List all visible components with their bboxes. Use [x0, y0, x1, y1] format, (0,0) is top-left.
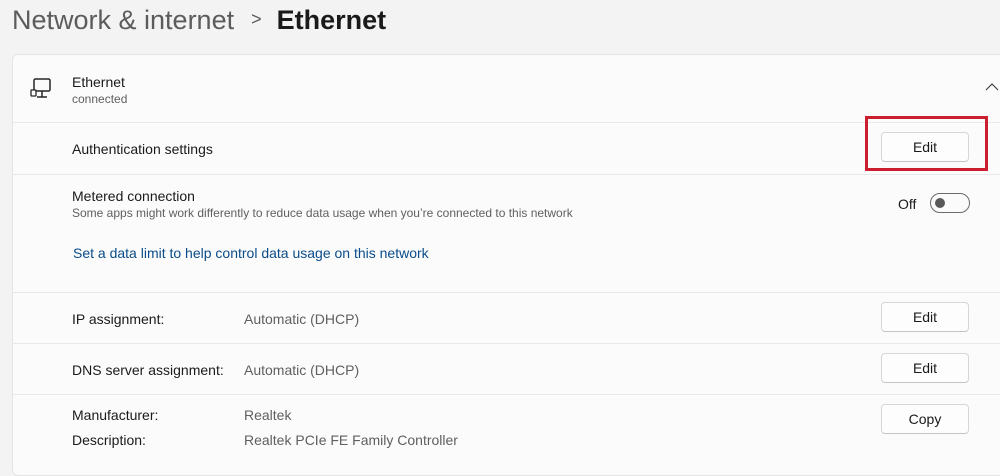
divider [12, 343, 1000, 344]
dns-server-assignment-edit-button[interactable]: Edit [881, 353, 969, 383]
breadcrumb-network-internet[interactable]: Network & internet [12, 5, 234, 36]
metered-connection-toggle[interactable] [930, 193, 970, 213]
page-title: Ethernet [276, 4, 387, 35]
divider [12, 292, 1000, 293]
divider [12, 394, 1000, 395]
divider [12, 174, 1000, 175]
copy-properties-button[interactable]: Copy [881, 404, 969, 434]
ip-assignment-edit-button[interactable]: Edit [881, 302, 969, 332]
breadcrumb: Network & internet > Ethernet [12, 2, 386, 38]
set-data-limit-link[interactable]: Set a data limit to help control data us… [73, 245, 429, 261]
ip-assignment-label: IP assignment: [72, 311, 165, 327]
breadcrumb-separator: > [251, 8, 262, 29]
ip-assignment-value: Automatic (DHCP) [244, 311, 360, 327]
ethernet-settings-panel [12, 54, 1000, 476]
highlight-box [865, 116, 988, 171]
adapter-name: Ethernet [72, 74, 125, 90]
metered-connection-label: Metered connection [72, 188, 195, 204]
metered-connection-description: Some apps might work differently to redu… [72, 206, 573, 220]
metered-toggle-state: Off [898, 196, 917, 212]
adapter-status: connected [72, 92, 128, 106]
toggle-knob [935, 198, 945, 208]
manufacturer-value: Realtek [244, 407, 292, 423]
ethernet-pc-icon [30, 78, 51, 98]
dns-server-assignment-label: DNS server assignment: [72, 362, 224, 378]
description-label: Description: [72, 432, 146, 448]
description-value: Realtek PCIe FE Family Controller [244, 432, 458, 448]
divider [12, 122, 1000, 123]
chevron-up-icon[interactable] [985, 82, 999, 92]
authentication-settings-label: Authentication settings [72, 141, 213, 157]
manufacturer-label: Manufacturer: [72, 407, 159, 423]
dns-server-assignment-value: Automatic (DHCP) [244, 362, 360, 378]
